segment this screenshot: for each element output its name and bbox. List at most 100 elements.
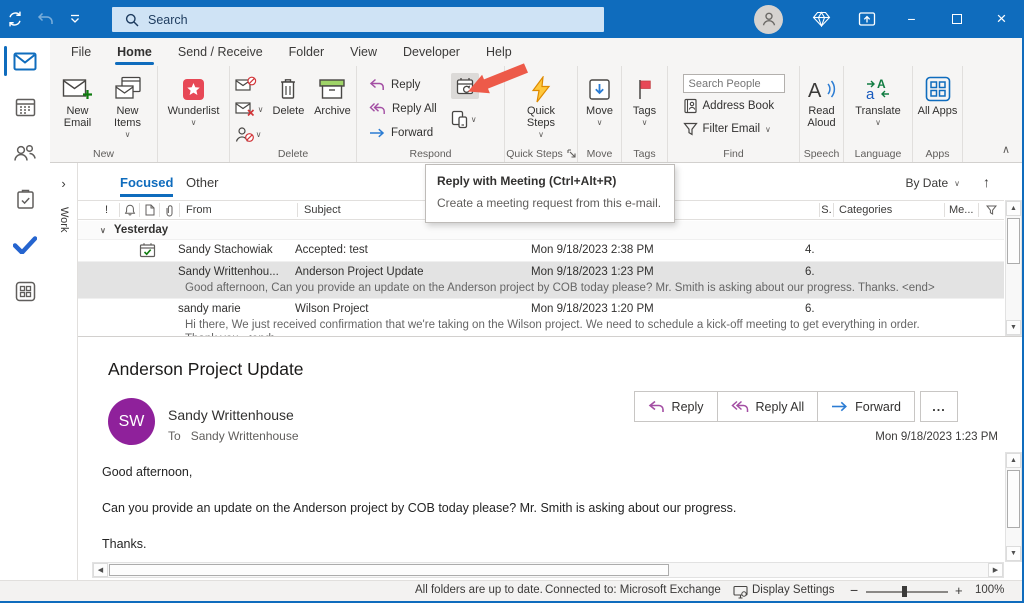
- scroll-down-arrow[interactable]: ▼: [1006, 546, 1021, 561]
- rail-item-tasks[interactable]: [0, 176, 50, 222]
- column-from[interactable]: From: [180, 203, 298, 217]
- tab-send-receive[interactable]: Send / Receive: [165, 40, 276, 66]
- read-aloud-button[interactable]: A Read Aloud: [801, 71, 843, 145]
- sync-icon: [6, 10, 24, 28]
- column-attachment[interactable]: [160, 203, 180, 217]
- reply-all-button-reading[interactable]: Reply All: [717, 391, 819, 422]
- sender-avatar[interactable]: SW: [108, 398, 155, 445]
- customize-quick-access-button[interactable]: [60, 0, 90, 38]
- sender-name[interactable]: Sandy Writtenhouse: [168, 407, 294, 423]
- reading-scrollbar[interactable]: ▲ ▼: [1005, 452, 1022, 562]
- zoom-level[interactable]: 100%: [975, 584, 1004, 596]
- clean-up-button[interactable]: ∨: [232, 98, 267, 120]
- search-input[interactable]: Search: [112, 7, 604, 32]
- scroll-down-arrow[interactable]: ▼: [1006, 320, 1021, 335]
- tags-button[interactable]: Tags ∨: [624, 71, 666, 145]
- dialog-launcher-icon[interactable]: [567, 149, 576, 158]
- group-new: New Email New Items ∨ New: [50, 66, 158, 162]
- scroll-right-arrow[interactable]: ▶: [988, 563, 1003, 577]
- scroll-up-arrow[interactable]: ▲: [1006, 201, 1021, 216]
- premium-button[interactable]: [799, 0, 844, 38]
- column-item-type[interactable]: [140, 203, 160, 217]
- group-header-yesterday[interactable]: ∨ Yesterday: [78, 221, 1004, 240]
- reply-all-button[interactable]: Reply All: [369, 97, 437, 120]
- group-label-tags: Tags: [622, 145, 667, 162]
- account-avatar[interactable]: [754, 5, 783, 34]
- delete-button[interactable]: Delete: [268, 71, 308, 145]
- rail-item-calendar[interactable]: [0, 84, 50, 130]
- reading-hscrollbar[interactable]: ◀ ▶: [92, 562, 1004, 578]
- archive-button[interactable]: Archive: [310, 71, 354, 145]
- tab-other[interactable]: Other: [186, 175, 219, 190]
- forward-button[interactable]: Forward: [369, 121, 437, 144]
- reply-button-reading[interactable]: Reply: [634, 391, 718, 422]
- tab-focused[interactable]: Focused: [120, 175, 173, 190]
- list-scrollbar[interactable]: ▲ ▼: [1005, 200, 1022, 336]
- address-book-button[interactable]: Address Book: [683, 96, 785, 116]
- recipient-name[interactable]: Sandy Writtenhouse: [191, 429, 299, 443]
- tab-developer[interactable]: Developer: [390, 40, 473, 66]
- mail-icon: [13, 52, 37, 71]
- scroll-thumb[interactable]: [1007, 470, 1020, 528]
- wunderlist-button[interactable]: Wunderlist ∨: [163, 71, 225, 145]
- rail-item-todo[interactable]: [0, 222, 50, 268]
- scroll-thumb[interactable]: [1007, 218, 1020, 264]
- display-settings-button[interactable]: Display Settings: [752, 584, 834, 596]
- scroll-left-arrow[interactable]: ◀: [93, 563, 108, 577]
- svg-text:A: A: [808, 80, 822, 102]
- sort-direction-button[interactable]: ↑: [983, 174, 990, 190]
- move-button[interactable]: Move ∨: [579, 71, 621, 145]
- message-row-2-selected[interactable]: Sandy Writtenhou... Anderson Project Upd…: [78, 262, 1004, 299]
- new-items-button[interactable]: New Items ∨: [104, 71, 152, 145]
- scroll-up-arrow[interactable]: ▲: [1006, 453, 1021, 468]
- tab-folder[interactable]: Folder: [276, 40, 337, 66]
- zoom-slider-thumb[interactable]: [902, 586, 907, 597]
- scroll-thumb[interactable]: [109, 564, 669, 576]
- zoom-slider-track[interactable]: [866, 591, 948, 593]
- ignore-button[interactable]: [232, 73, 267, 95]
- zoom-in-button[interactable]: +: [955, 583, 963, 598]
- tab-view[interactable]: View: [337, 40, 390, 66]
- column-importance[interactable]: !: [94, 203, 120, 217]
- rail-item-more-apps[interactable]: [0, 268, 50, 314]
- sync-button[interactable]: [0, 0, 30, 38]
- coming-soon-button[interactable]: [844, 0, 889, 38]
- maximize-button[interactable]: [934, 0, 979, 38]
- group-language: Aa Translate ∨ Language: [844, 66, 913, 162]
- forward-button-reading[interactable]: Forward: [817, 391, 915, 422]
- new-email-button[interactable]: New Email: [56, 71, 100, 145]
- more-actions-button[interactable]: ...: [920, 391, 958, 422]
- group-apps: All Apps Apps: [913, 66, 963, 162]
- sort-by-date-button[interactable]: By Date ∨: [905, 176, 960, 190]
- rail-item-people[interactable]: [0, 130, 50, 176]
- close-button[interactable]: ×: [979, 0, 1024, 38]
- column-flag[interactable]: [978, 203, 1004, 217]
- group-label-quick-steps: Quick Steps: [506, 148, 563, 160]
- folder-label-work[interactable]: Work: [58, 207, 70, 232]
- rail-item-mail[interactable]: [0, 38, 50, 84]
- translate-button[interactable]: Aa Translate ∨: [849, 71, 907, 145]
- message-date: Mon 9/18/2023 1:23 PM: [875, 431, 998, 443]
- group-speech: A Read Aloud Speech: [800, 66, 844, 162]
- search-people-input[interactable]: [683, 74, 785, 93]
- minimize-button[interactable]: −: [889, 0, 934, 38]
- group-label-new: New: [50, 145, 157, 162]
- tab-home[interactable]: Home: [104, 40, 165, 66]
- share-to-teams-button[interactable]: ∨: [451, 107, 479, 131]
- expand-folder-pane-button[interactable]: ›: [50, 176, 77, 191]
- undo-button[interactable]: [30, 0, 60, 38]
- column-categories[interactable]: Categories: [834, 203, 944, 217]
- zoom-out-button[interactable]: −: [850, 582, 858, 598]
- filter-email-button[interactable]: Filter Email ∨: [683, 119, 785, 139]
- column-reminder[interactable]: [120, 203, 140, 217]
- junk-icon: [235, 126, 254, 143]
- message-row-1[interactable]: Sandy Stachowiak Accepted: test Mon 9/18…: [78, 240, 1004, 262]
- column-mention[interactable]: Me...: [944, 203, 978, 217]
- reply-button[interactable]: Reply: [369, 73, 437, 96]
- collapse-ribbon-button[interactable]: ∧: [1002, 143, 1010, 156]
- junk-button[interactable]: ∨: [232, 123, 267, 145]
- all-apps-button[interactable]: All Apps: [918, 71, 958, 145]
- column-size[interactable]: S.: [819, 203, 834, 217]
- tab-file[interactable]: File: [58, 40, 104, 66]
- status-bar: All folders are up to date. Connected to…: [0, 580, 1024, 603]
